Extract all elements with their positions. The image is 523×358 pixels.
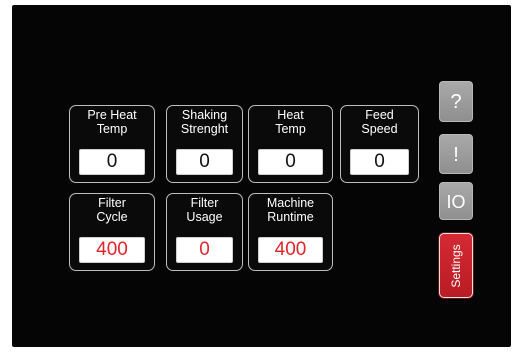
heat-temp-value[interactable]: 0	[258, 149, 323, 175]
tile-label: Pre Heat Temp	[87, 108, 137, 136]
tile-filter-cycle[interactable]: Filter Cycle 400	[69, 193, 155, 271]
pre-heat-temp-value[interactable]: 0	[79, 149, 145, 175]
settings-button[interactable]: Settings	[439, 233, 473, 298]
shaking-strength-value[interactable]: 0	[176, 149, 233, 175]
tile-filter-usage[interactable]: Filter Usage 0	[166, 193, 243, 271]
help-button[interactable]: ?	[439, 81, 473, 122]
tile-pre-heat-temp[interactable]: Pre Heat Temp 0	[69, 105, 155, 183]
tile-label: Heat Temp	[275, 108, 306, 136]
alarm-button[interactable]: !	[439, 134, 473, 174]
hmi-screen: Pre Heat Temp 0 Shaking Strenght 0 Heat …	[12, 5, 511, 347]
tile-heat-temp[interactable]: Heat Temp 0	[248, 105, 333, 183]
io-button-label: IO	[446, 192, 466, 212]
settings-button-label: Settings	[449, 243, 463, 288]
tile-label: Feed Speed	[361, 108, 398, 136]
tile-label: Shaking Strenght	[180, 108, 229, 136]
tile-label: Filter Cycle	[96, 196, 128, 224]
feed-speed-value[interactable]: 0	[350, 149, 409, 175]
tile-shaking-strength[interactable]: Shaking Strenght 0	[166, 105, 243, 183]
filter-usage-value[interactable]: 0	[176, 237, 233, 263]
question-mark-icon: ?	[450, 91, 462, 113]
filter-cycle-value[interactable]: 400	[79, 237, 145, 263]
machine-runtime-value[interactable]: 400	[258, 237, 323, 263]
tile-machine-runtime[interactable]: Machine Runtime 400	[248, 193, 333, 271]
tile-label: Machine Runtime	[266, 196, 315, 224]
tile-feed-speed[interactable]: Feed Speed 0	[340, 105, 419, 183]
io-button[interactable]: IO	[439, 182, 473, 220]
tile-label: Filter Usage	[186, 196, 223, 224]
exclamation-icon: !	[453, 144, 459, 166]
